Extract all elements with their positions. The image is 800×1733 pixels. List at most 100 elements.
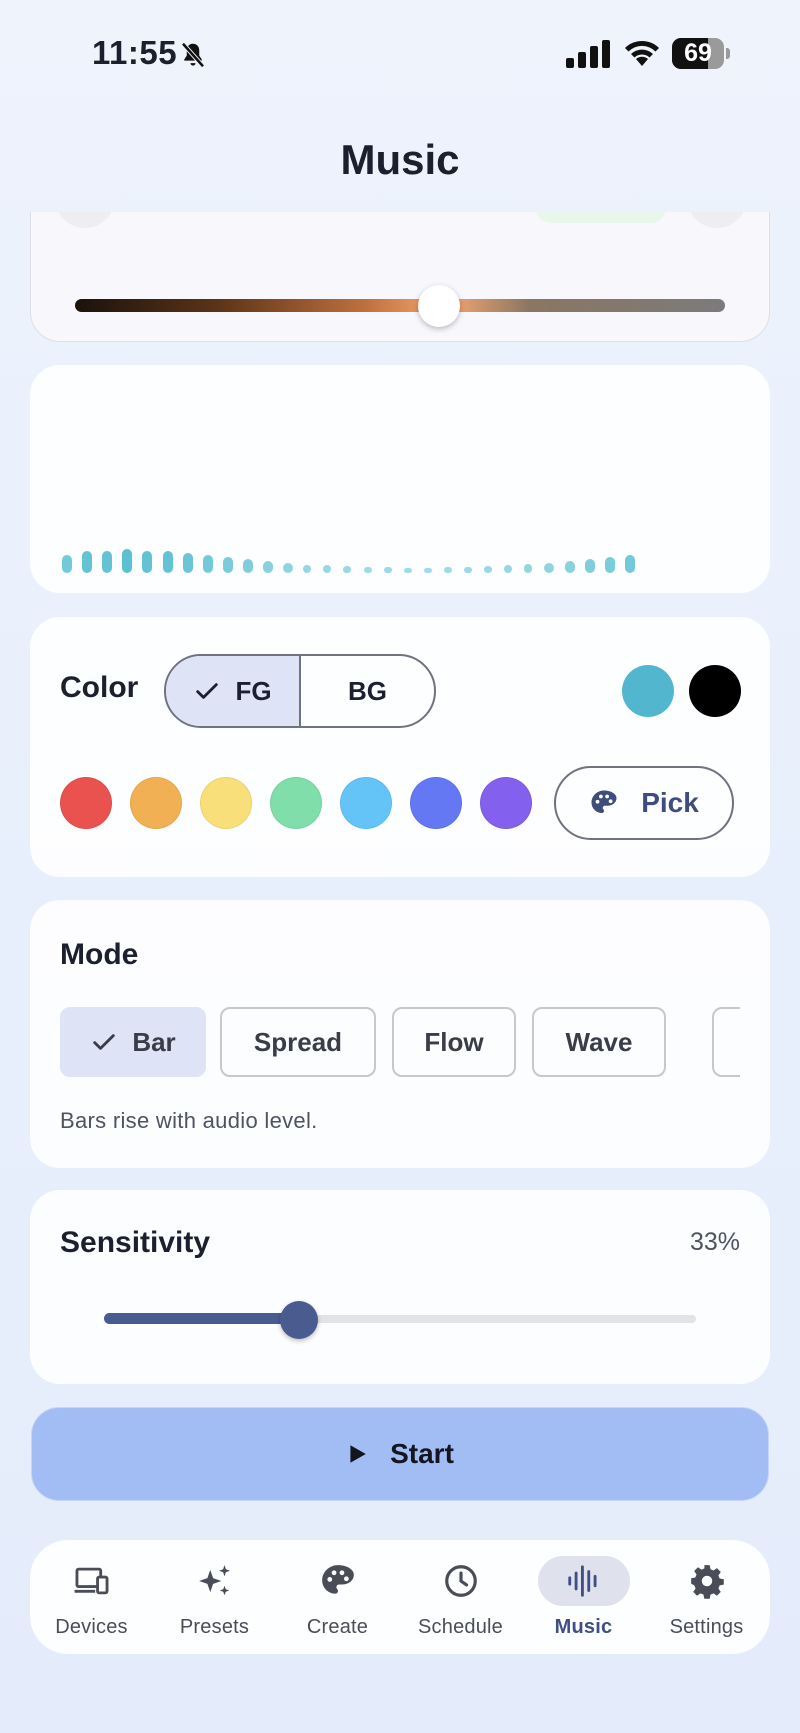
sensitivity-fill <box>104 1313 300 1324</box>
mode-chip-sp[interactable]: Sp <box>712 1007 740 1077</box>
visualizer-bar <box>303 565 312 573</box>
visualizer-bar <box>403 568 412 573</box>
visualizer-bar <box>504 565 513 573</box>
audio-visualizer <box>62 533 678 573</box>
wifi-icon <box>625 40 659 66</box>
status-pill <box>536 212 666 223</box>
waveform-icon <box>567 1565 597 1597</box>
nav-label-presets: Presets <box>179 1616 250 1638</box>
visualizer-bar <box>604 557 615 573</box>
palette-icon <box>591 790 617 813</box>
bg-toggle-button[interactable]: BG <box>301 656 434 726</box>
color-palette <box>60 777 532 829</box>
mode-chip-wave[interactable]: Wave <box>532 1007 666 1077</box>
nav-item-schedule[interactable]: Schedule <box>399 1540 522 1654</box>
bottom-navigation: Devices Presets Create Schedule Music Se… <box>30 1540 770 1654</box>
visualizer-bar <box>464 567 472 573</box>
nav-label-schedule: Schedule <box>418 1616 503 1638</box>
visualizer-bar <box>162 551 173 573</box>
visualizer-bar <box>222 557 233 573</box>
sensitivity-slider[interactable] <box>104 1300 696 1340</box>
visualizer-bar <box>383 567 392 573</box>
visualizer-bar <box>423 568 432 573</box>
nav-item-presets[interactable]: Presets <box>153 1540 276 1654</box>
page-title: Music <box>340 136 460 183</box>
fg-bg-toggle[interactable]: FG BG <box>164 654 436 728</box>
visualizer-bar <box>202 555 213 573</box>
nav-label-devices: Devices <box>55 1616 128 1638</box>
foreground-color-swatch[interactable] <box>622 665 674 717</box>
light-control-card <box>30 212 770 342</box>
color-card: Color FG BG Pick <box>30 617 770 877</box>
mode-chip-label: Flow <box>424 1026 484 1057</box>
palette-swatch-3[interactable] <box>270 777 322 829</box>
content-scroll-area[interactable]: Color FG BG Pick Mode Bar Spread Flow Wa… <box>0 212 800 1512</box>
pick-color-button[interactable]: Pick <box>554 766 734 840</box>
check-icon <box>196 683 219 699</box>
nav-label-settings: Settings <box>669 1616 744 1638</box>
color-temperature-track <box>75 299 725 312</box>
clock-icon <box>444 1565 477 1597</box>
visualizer-bar <box>564 561 575 573</box>
mode-chip-label: Wave <box>565 1026 633 1057</box>
color-temperature-slider[interactable] <box>75 285 725 327</box>
play-icon <box>350 1445 366 1463</box>
visualizer-bar <box>182 553 193 573</box>
palette-swatch-5[interactable] <box>410 777 462 829</box>
visualizer-bar <box>484 566 493 573</box>
visualizer-bar <box>142 551 153 573</box>
devices-icon <box>74 1567 108 1595</box>
battery-level-text: 69 <box>684 39 712 67</box>
visualizer-bar <box>122 549 133 573</box>
nav-label-music: Music <box>554 1616 613 1638</box>
palette-swatch-0[interactable] <box>60 777 112 829</box>
visualizer-bar <box>584 559 595 573</box>
card-right-button[interactable] <box>687 212 747 228</box>
palette-swatch-1[interactable] <box>130 777 182 829</box>
visualizer-bar <box>624 555 635 573</box>
visualizer-bar <box>524 564 533 573</box>
color-section-label: Color <box>60 671 139 704</box>
sensitivity-thumb[interactable] <box>280 1301 319 1339</box>
visualizer-bar <box>82 551 93 573</box>
nav-item-settings[interactable]: Settings <box>645 1540 768 1654</box>
mode-chip-flow[interactable]: Flow <box>392 1007 516 1077</box>
visualizer-bar <box>363 567 372 573</box>
fg-toggle-label: FG <box>235 675 272 706</box>
nav-item-music[interactable]: Music <box>522 1540 645 1654</box>
cellular-signal-icon <box>566 40 610 68</box>
status-time: 11:55 <box>92 34 178 71</box>
palette-swatch-4[interactable] <box>340 777 392 829</box>
mode-chip-spread[interactable]: Spread <box>220 1007 376 1077</box>
mode-chip-label: Spread <box>253 1026 343 1057</box>
visualizer-bar <box>343 566 352 573</box>
mode-card: Mode Bar Spread Flow Wave Sp Bars rise w… <box>30 900 770 1168</box>
background-color-swatch[interactable] <box>689 665 741 717</box>
visualizer-bar <box>323 565 332 573</box>
color-temperature-thumb[interactable] <box>418 285 460 327</box>
bell-muted-icon <box>181 42 205 68</box>
visualizer-bar <box>102 551 113 573</box>
visualizer-bar <box>544 563 555 573</box>
start-button-label: Start <box>390 1438 454 1469</box>
palette-swatch-6[interactable] <box>480 777 532 829</box>
visualizer-bar <box>62 555 72 573</box>
mode-section-label: Mode <box>60 938 139 971</box>
visualizer-bar <box>443 567 452 573</box>
mode-chip-bar[interactable]: Bar <box>60 1007 206 1077</box>
nav-item-create[interactable]: Create <box>276 1540 399 1654</box>
palette-swatch-2[interactable] <box>200 777 252 829</box>
card-left-button[interactable] <box>55 212 115 228</box>
audio-visualizer-card <box>30 365 770 593</box>
battery-indicator: 69 <box>672 38 730 69</box>
start-button[interactable]: Start <box>31 1407 769 1501</box>
mode-description: Bars rise with audio level. <box>60 1108 318 1133</box>
sparkle-icon <box>198 1565 230 1596</box>
mode-chip-row[interactable]: Bar Spread Flow Wave Sp <box>60 1006 740 1080</box>
nav-item-devices[interactable]: Devices <box>30 1540 153 1654</box>
fg-toggle-button[interactable]: FG <box>166 656 301 726</box>
bg-toggle-label: BG <box>348 675 387 706</box>
visualizer-bar <box>242 559 253 573</box>
check-icon <box>93 1034 116 1050</box>
palette-icon <box>321 1565 354 1594</box>
